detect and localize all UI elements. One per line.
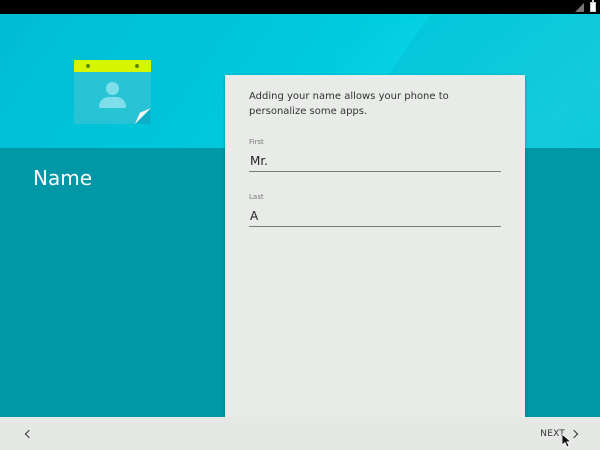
status-icons	[575, 0, 596, 12]
avatar-head	[106, 82, 119, 95]
avatar-body	[99, 97, 126, 108]
first-name-label: First	[249, 138, 264, 146]
navigation-bar: NEXT	[0, 417, 600, 450]
contact-card-header	[74, 60, 151, 72]
name-form-card: Adding your name allows your phone to pe…	[225, 75, 525, 417]
first-name-input[interactable]	[249, 150, 501, 172]
card-dot	[135, 64, 139, 68]
last-name-label: Last	[249, 193, 264, 201]
contact-card-body	[74, 72, 151, 124]
page-title: Name	[33, 166, 93, 190]
contact-card-icon	[74, 60, 151, 124]
next-button[interactable]: NEXT	[540, 423, 580, 445]
chevron-left-icon	[24, 429, 33, 439]
card-dot	[86, 64, 90, 68]
back-button[interactable]	[16, 423, 38, 445]
status-bar	[0, 0, 600, 14]
last-name-input[interactable]	[249, 205, 501, 227]
form-description: Adding your name allows your phone to pe…	[249, 91, 449, 117]
mouse-cursor-icon	[562, 434, 572, 448]
battery-icon	[590, 0, 596, 12]
signal-icon	[575, 2, 584, 12]
